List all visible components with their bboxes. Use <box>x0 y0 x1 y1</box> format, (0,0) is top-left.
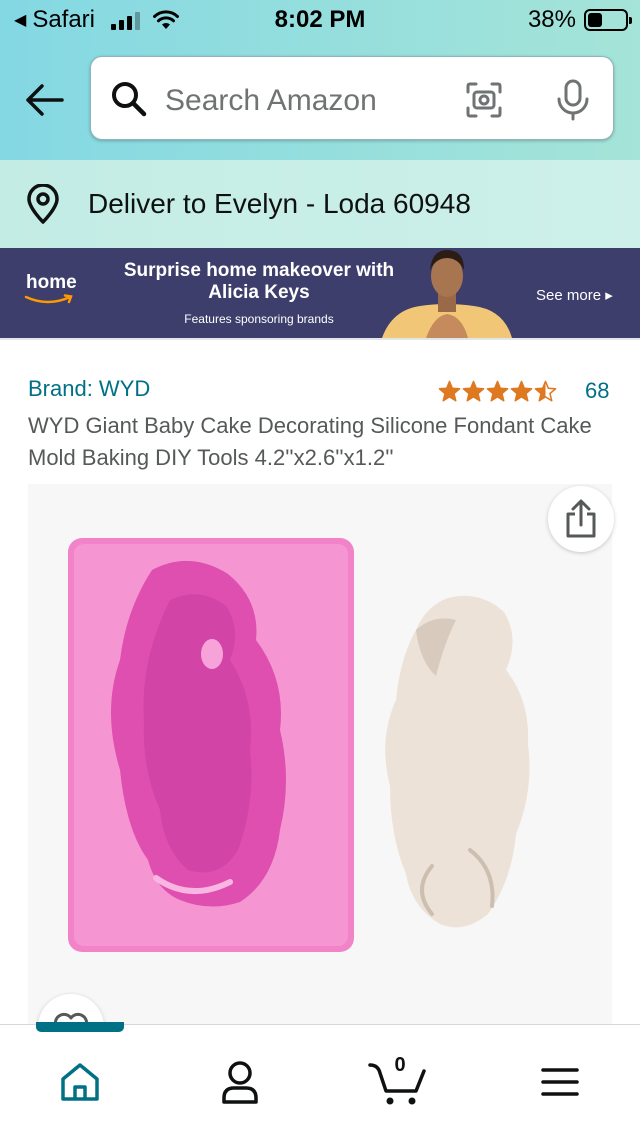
battery-status: 38% <box>527 6 632 34</box>
divider <box>0 338 640 340</box>
home-logo-text: home <box>26 272 77 293</box>
camera-scan-icon[interactable] <box>465 81 503 119</box>
search-input[interactable] <box>165 81 425 121</box>
home-icon <box>61 1063 99 1101</box>
promo-banner[interactable]: home Surprise home makeover with Alicia … <box>0 248 640 338</box>
app-header: ◀ Safari 8:02 PM 38% <box>0 0 640 160</box>
tab-menu[interactable] <box>530 1052 590 1112</box>
star-rating <box>438 380 557 403</box>
see-more-link[interactable]: See more ▸ <box>536 286 613 304</box>
banner-subtext: Features sponsoring brands <box>184 312 334 326</box>
celebrity-photo <box>382 250 512 338</box>
product-image[interactable] <box>60 530 580 970</box>
active-tab-indicator <box>36 1022 124 1032</box>
share-icon <box>566 499 596 538</box>
smile-arrow-icon <box>24 294 73 304</box>
arrow-left-icon[interactable] <box>22 80 66 120</box>
deliver-to-bar[interactable]: Deliver to Evelyn - Loda 60948 <box>0 160 640 248</box>
share-button[interactable] <box>548 486 614 552</box>
deliver-address: Deliver to Evelyn - Loda 60948 <box>88 188 471 219</box>
tab-account[interactable] <box>210 1052 270 1112</box>
star-icon <box>510 380 533 401</box>
location-pin-icon <box>27 184 59 224</box>
battery-fill <box>588 13 602 27</box>
battery-icon <box>584 9 632 31</box>
home-logo: home <box>24 272 77 304</box>
star-icon <box>462 380 485 401</box>
battery-percent: 38% <box>527 6 576 33</box>
microphone-icon[interactable] <box>555 79 591 121</box>
tab-cart[interactable]: 0 <box>368 1052 428 1112</box>
search-bar[interactable] <box>90 56 614 140</box>
person-icon <box>222 1061 258 1104</box>
banner-headline: Surprise home makeover with Alicia Keys <box>123 260 395 303</box>
search-icon[interactable] <box>109 79 149 119</box>
star-icon <box>486 380 509 401</box>
rating-summary[interactable]: 68 <box>438 378 609 404</box>
cart-count: 0 <box>394 1054 406 1076</box>
star-icon <box>438 380 461 401</box>
rating-count: 68 <box>585 378 610 403</box>
brand-link[interactable]: Brand: WYD <box>28 376 150 402</box>
star-icon <box>534 380 557 401</box>
product-title: WYD Giant Baby Cake Decorating Silicone … <box>28 413 592 470</box>
menu-icon <box>541 1068 579 1096</box>
status-bar: ◀ Safari 8:02 PM 38% <box>0 0 640 40</box>
tab-home[interactable] <box>50 1052 110 1112</box>
